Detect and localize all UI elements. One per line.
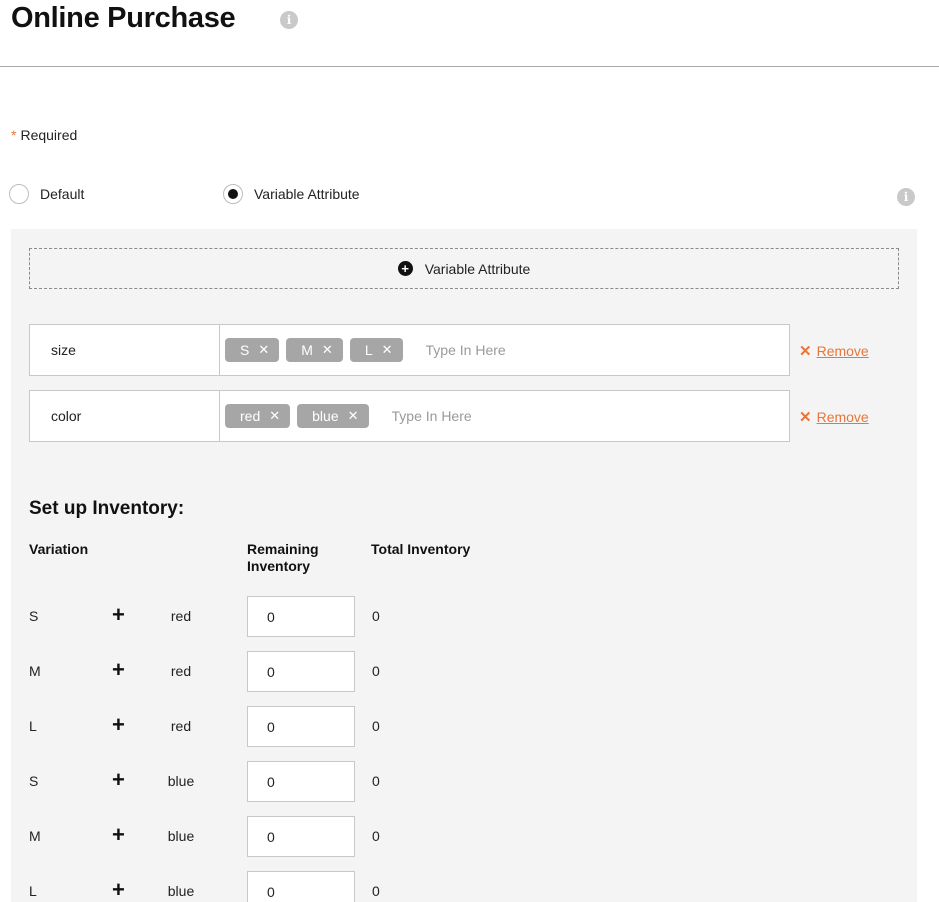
required-label: Required [20,127,78,143]
radio-variable-attribute-label: Variable Attribute [254,186,360,202]
plus-circle-icon: + [397,261,413,276]
total-inventory-value: 0 [372,773,380,789]
value-tag-red: red ✕ [225,404,291,428]
attribute-row-size: size S ✕ M ✕ L ✕ [29,324,790,376]
inventory-title: Set up Inventory: [29,498,185,519]
remaining-inventory-input[interactable] [247,706,355,747]
value-tag-label: blue [312,408,339,424]
close-icon[interactable]: ✕ [269,408,280,424]
remaining-inventory-input[interactable] [247,816,355,857]
close-icon[interactable]: ✕ [348,408,359,424]
close-icon[interactable]: ✕ [322,342,333,358]
radio-default-circle[interactable] [9,184,29,204]
variation-size: M [29,828,41,844]
attribute-row-color: color red ✕ blue ✕ [29,390,790,442]
variation-color: red [170,718,192,734]
variation-color: red [170,608,192,624]
attribute-name-size[interactable]: size [30,325,220,375]
add-variable-attribute-button[interactable]: + Variable Attribute [29,248,899,289]
variation-color: blue [167,828,195,844]
column-header-total-inventory: Total Inventory [371,541,471,557]
value-tag-label: red [240,408,261,424]
required-star: * [11,127,17,143]
remove-attribute-size-button[interactable]: ✕ Remove [799,342,869,360]
inventory-row: M + red 0 [11,651,917,692]
close-icon[interactable]: ✕ [258,342,269,358]
page-title: Online Purchase [11,2,236,34]
variation-color: blue [167,773,195,789]
total-inventory-value: 0 [372,718,380,734]
remaining-inventory-input[interactable] [247,871,355,902]
value-tag-blue: blue ✕ [297,404,369,428]
variation-color: red [170,663,192,679]
variation-size: L [29,718,37,734]
close-icon: ✕ [799,409,812,426]
value-tag-label: L [364,342,373,358]
remove-label: Remove [816,343,869,359]
column-header-variation: Variation [29,541,89,557]
plus-icon: + [112,712,125,737]
add-variable-attribute-label: Variable Attribute [424,260,531,277]
info-icon[interactable]: i [897,188,915,206]
close-icon[interactable]: ✕ [382,342,393,358]
variable-attribute-panel: + Variable Attribute size S✕ M✕ L✕ ✕ Rem… [11,229,917,902]
close-icon: ✕ [799,343,812,360]
info-icon[interactable]: i [280,11,298,29]
column-header-remaining-inventory: Remaining Inventory [247,541,319,574]
variation-color: blue [167,883,195,899]
variation-size: M [29,663,41,679]
plus-icon: + [112,877,125,902]
plus-icon: + [112,602,125,627]
radio-default-label: Default [40,186,85,202]
plus-icon: + [112,657,125,682]
header-divider [0,66,939,67]
attribute-value-input-size[interactable] [425,342,676,358]
inventory-row: L + blue 0 [11,871,917,902]
value-tag-label: M [301,342,313,358]
inventory-row: S + red 0 [11,596,917,637]
remove-label: Remove [816,409,869,425]
attribute-value-input-color[interactable] [391,408,642,424]
total-inventory-value: 0 [372,663,380,679]
variation-size: L [29,883,37,899]
remaining-inventory-input[interactable] [247,761,355,802]
inventory-row: S + blue 0 [11,761,917,802]
variation-size: S [29,608,39,624]
plus-icon: + [112,767,125,792]
radio-variable-attribute[interactable]: Variable Attribute [223,184,360,204]
attribute-values-color[interactable]: red ✕ blue ✕ [220,391,789,441]
remaining-inventory-input[interactable] [247,596,355,637]
remaining-inventory-input[interactable] [247,651,355,692]
attribute-values-size[interactable]: S ✕ M ✕ L ✕ [220,325,789,375]
attribute-name-color[interactable]: color [30,391,220,441]
total-inventory-value: 0 [372,828,380,844]
remove-attribute-color-button[interactable]: ✕ Remove [799,408,869,426]
total-inventory-value: 0 [372,608,380,624]
inventory-row: M + blue 0 [11,816,917,857]
radio-variable-attribute-circle[interactable] [223,184,243,204]
inventory-row: L + red 0 [11,706,917,747]
variation-size: S [29,773,39,789]
total-inventory-value: 0 [372,883,380,899]
value-tag-l: L ✕ [349,338,403,362]
radio-default[interactable]: Default [9,184,84,204]
required-note: * Required [11,127,77,143]
value-tag-m: M ✕ [286,338,343,362]
value-tag-label: S [240,342,250,358]
plus-icon: + [112,822,125,847]
value-tag-s: S ✕ [225,338,280,362]
